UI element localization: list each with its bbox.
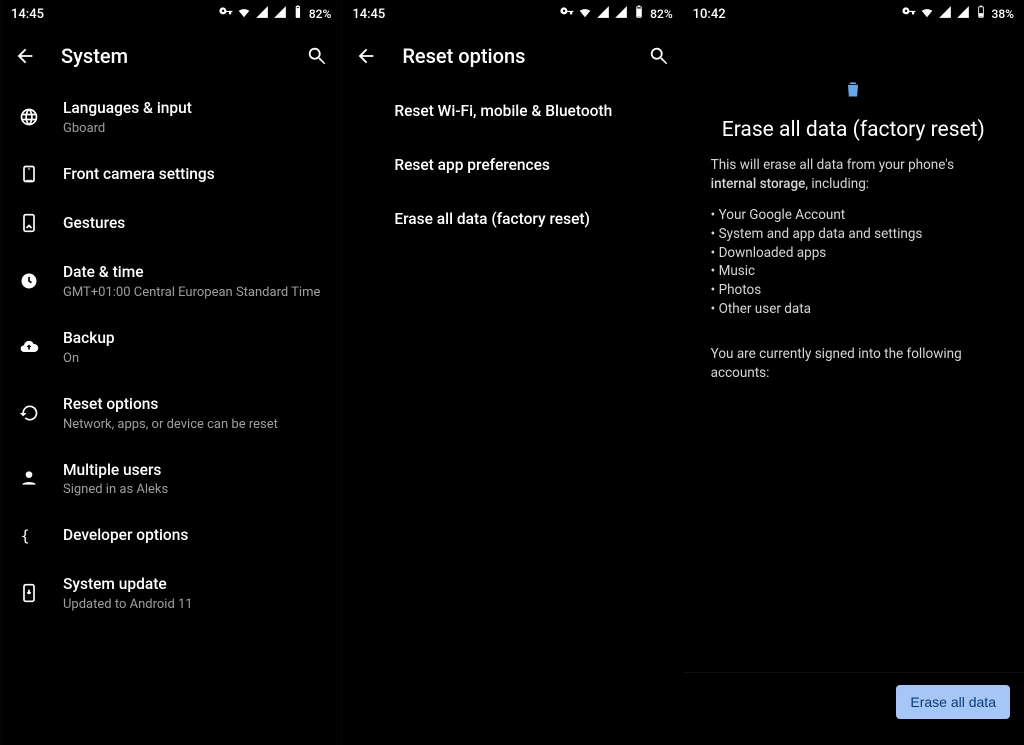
bullet: Photos	[711, 281, 996, 300]
gestures-icon	[17, 213, 41, 233]
status-bar: 14:45 82%	[342, 0, 682, 28]
wifi-icon	[920, 5, 934, 23]
battery-text: 82%	[309, 7, 331, 21]
status-time: 14:45	[352, 7, 385, 22]
person-icon	[17, 468, 41, 488]
signal-icon	[255, 5, 269, 23]
item-sub: Network, apps, or device can be reset	[63, 417, 278, 432]
status-icons: 82%	[560, 5, 672, 23]
search-icon[interactable]	[647, 44, 671, 68]
erase-intro-bold: internal storage	[711, 176, 806, 192]
battery-icon	[291, 5, 305, 23]
wifi-icon	[578, 5, 592, 23]
wifi-icon	[237, 5, 251, 23]
erase-content: Erase all data (factory reset) This will…	[683, 28, 1024, 672]
item-reset-app-prefs[interactable]: Reset app preferences	[342, 138, 682, 192]
bullet: Downloaded apps	[711, 244, 996, 263]
bullet: Music	[711, 262, 996, 281]
screen-erase-all: 10:42 38% Erase all data (factory reset)…	[683, 0, 1024, 745]
signal-icon	[938, 5, 952, 23]
item-multiple-users[interactable]: Multiple users Signed in as Aleks	[1, 446, 341, 512]
globe-icon	[17, 107, 41, 127]
erase-title: Erase all data (factory reset)	[722, 118, 985, 142]
item-reset-options[interactable]: Reset options Network, apps, or device c…	[1, 380, 341, 446]
signal-icon-2	[273, 5, 287, 23]
item-title: Languages & input	[63, 98, 192, 119]
item-title: System update	[63, 574, 193, 595]
page-title: Reset options	[402, 44, 622, 68]
erase-intro-post: , including:	[805, 176, 869, 192]
item-erase-all-data[interactable]: Erase all data (factory reset)	[342, 192, 682, 246]
cloud-upload-icon	[17, 337, 41, 357]
clock-icon	[17, 271, 41, 291]
battery-icon	[632, 5, 646, 23]
status-icons: 38%	[902, 5, 1014, 23]
item-developer-options[interactable]: { } Developer options	[1, 511, 341, 560]
item-title: Backup	[63, 328, 115, 349]
bullet: Your Google Account	[711, 206, 996, 225]
bottom-bar: Erase all data	[683, 672, 1024, 745]
back-icon[interactable]	[354, 44, 378, 68]
erase-bullets: Your Google Account System and app data …	[711, 206, 996, 319]
erase-after: You are currently signed into the follow…	[711, 345, 996, 383]
system-update-icon	[17, 583, 41, 603]
item-title: Gestures	[63, 213, 125, 234]
item-system-update[interactable]: System update Updated to Android 11	[1, 560, 341, 626]
item-title: Reset options	[63, 394, 278, 415]
item-title: Multiple users	[63, 460, 168, 481]
item-date-time[interactable]: Date & time GMT+01:00 Central European S…	[1, 248, 341, 314]
item-title: Developer options	[63, 525, 188, 546]
item-reset-wifi[interactable]: Reset Wi-Fi, mobile & Bluetooth	[342, 84, 682, 138]
item-languages-input[interactable]: Languages & input Gboard	[1, 84, 341, 150]
reset-list: Reset Wi-Fi, mobile & Bluetooth Reset ap…	[342, 84, 682, 745]
status-icons: 82%	[219, 5, 331, 23]
search-icon[interactable]	[305, 44, 329, 68]
battery-text: 38%	[992, 7, 1014, 21]
item-front-camera[interactable]: Front camera settings	[1, 150, 341, 199]
item-sub: On	[63, 351, 115, 366]
status-bar: 14:45 82%	[1, 0, 341, 28]
item-title: Front camera settings	[63, 164, 215, 185]
item-gestures[interactable]: Gestures	[1, 199, 341, 248]
header: System	[1, 28, 341, 84]
svg-text:{ }: { }	[21, 527, 39, 545]
battery-icon	[974, 5, 988, 23]
battery-text: 82%	[650, 7, 672, 21]
vpn-key-icon	[902, 5, 916, 23]
item-sub: Signed in as Aleks	[63, 482, 168, 497]
erase-intro-pre: This will erase all data from your phone…	[711, 157, 954, 173]
bullet: Other user data	[711, 300, 996, 319]
erase-body: This will erase all data from your phone…	[711, 156, 996, 383]
signal-icon-2	[956, 5, 970, 23]
page-title: System	[61, 44, 281, 68]
braces-icon: { }	[17, 526, 41, 546]
front-camera-icon	[17, 164, 41, 184]
erase-all-data-button[interactable]: Erase all data	[896, 685, 1010, 719]
signal-icon-2	[614, 5, 628, 23]
status-time: 10:42	[693, 7, 726, 22]
item-sub: Gboard	[63, 121, 192, 136]
trash-icon	[843, 78, 863, 100]
item-backup[interactable]: Backup On	[1, 314, 341, 380]
signal-icon	[596, 5, 610, 23]
header: Reset options	[342, 28, 682, 84]
vpn-key-icon	[219, 5, 233, 23]
screen-reset-options: 14:45 82% Reset options Reset Wi-Fi, mob…	[341, 0, 682, 745]
vpn-key-icon	[560, 5, 574, 23]
bullet: System and app data and settings	[711, 225, 996, 244]
status-time: 14:45	[11, 7, 44, 22]
screen-system: 14:45 82% System Languages & input Gboar…	[0, 0, 341, 745]
restore-icon	[17, 403, 41, 423]
item-title: Date & time	[63, 262, 320, 283]
item-sub: Updated to Android 11	[63, 597, 193, 612]
settings-list: Languages & input Gboard Front camera se…	[1, 84, 341, 745]
back-icon[interactable]	[13, 44, 37, 68]
status-bar: 10:42 38%	[683, 0, 1024, 28]
item-sub: GMT+01:00 Central European Standard Time	[63, 285, 320, 300]
